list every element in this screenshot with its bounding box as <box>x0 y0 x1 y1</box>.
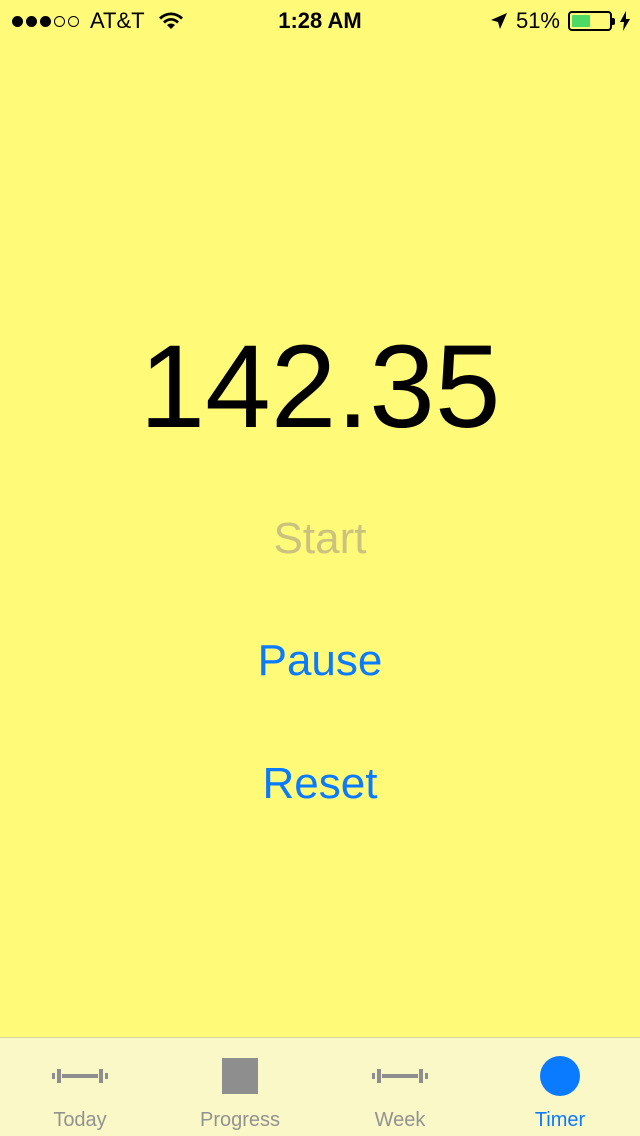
barbell-icon <box>370 1056 430 1096</box>
tab-progress[interactable]: Progress <box>160 1038 320 1136</box>
charging-bolt-icon <box>620 11 630 31</box>
pause-button[interactable]: Pause <box>0 630 640 692</box>
battery-percent: 51% <box>515 8 560 33</box>
location-arrow-icon <box>490 13 507 29</box>
reset-button[interactable]: Reset <box>0 753 640 815</box>
tab-label: Today <box>53 1109 107 1131</box>
tab-label: Progress <box>199 1109 281 1131</box>
square-icon <box>222 1058 258 1094</box>
tab-bar: Today Progress Week Timer <box>0 1037 640 1136</box>
timer-display: 142.35 <box>139 321 501 453</box>
battery-icon <box>568 11 615 31</box>
tab-timer[interactable]: Timer <box>480 1038 640 1136</box>
tab-week[interactable]: Week <box>320 1038 480 1136</box>
battery-fill <box>572 15 591 27</box>
start-button[interactable]: Start <box>0 508 640 570</box>
barbell-icon <box>50 1056 110 1096</box>
circle-icon <box>540 1056 580 1096</box>
status-right: 51% <box>490 8 630 34</box>
tab-today[interactable]: Today <box>0 1038 160 1136</box>
tab-label: Timer <box>534 1109 586 1131</box>
tab-label: Week <box>374 1109 426 1131</box>
status-bar: AT&T 1:28 AM 51% <box>0 0 640 40</box>
